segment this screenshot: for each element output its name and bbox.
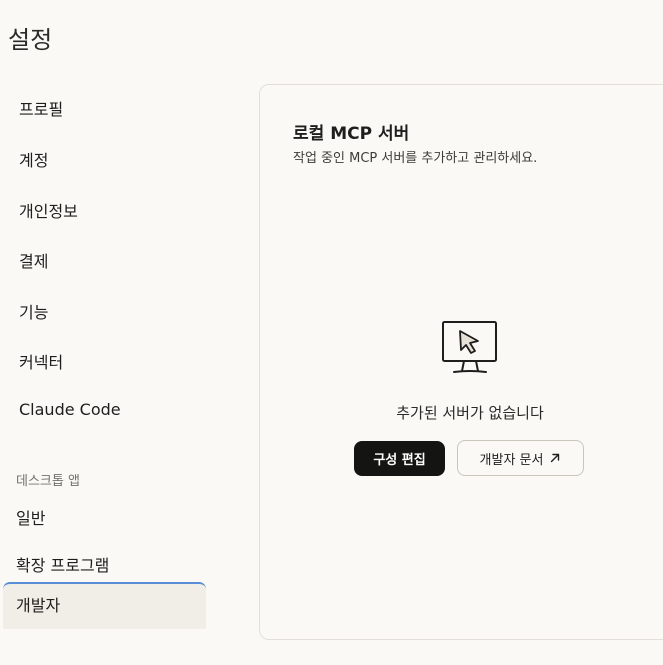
developer-docs-label: 개발자 문서 (479, 452, 544, 468)
desktop-app-section-label: 데스크톱 앱 (16, 474, 80, 489)
developer-docs-button[interactable]: 개발자 문서 (457, 440, 584, 476)
edit-config-button[interactable]: 구성 편집 (354, 441, 445, 476)
panel-title: 로컬 MCP 서버 (293, 124, 410, 144)
local-mcp-servers-panel: 로컬 MCP 서버 작업 중인 MCP 서버를 추가하고 관리하세요. 추가된 … (259, 84, 663, 640)
sidebar-item-extensions[interactable]: 확장 프로그램 (16, 552, 109, 576)
empty-state-text: 추가된 서버가 없습니다 (396, 404, 544, 422)
sidebar-item-billing[interactable]: 결제 (19, 248, 48, 272)
sidebar-item-developer[interactable]: 개발자 (3, 582, 206, 629)
sidebar-item-claude-code[interactable]: Claude Code (19, 400, 121, 419)
monitor-cursor-icon (442, 321, 497, 373)
sidebar-item-account[interactable]: 계정 (19, 147, 48, 171)
page-title: 설정 (8, 26, 53, 54)
sidebar-item-privacy[interactable]: 개인정보 (19, 198, 78, 222)
sidebar-item-connectors[interactable]: 커넥터 (19, 349, 63, 373)
sidebar-item-profile[interactable]: 프로필 (19, 96, 63, 120)
sidebar-item-general[interactable]: 일반 (16, 505, 45, 529)
panel-description: 작업 중인 MCP 서버를 추가하고 관리하세요. (293, 151, 538, 166)
external-link-arrow-icon (551, 453, 560, 463)
sidebar-item-features[interactable]: 기능 (19, 299, 48, 323)
